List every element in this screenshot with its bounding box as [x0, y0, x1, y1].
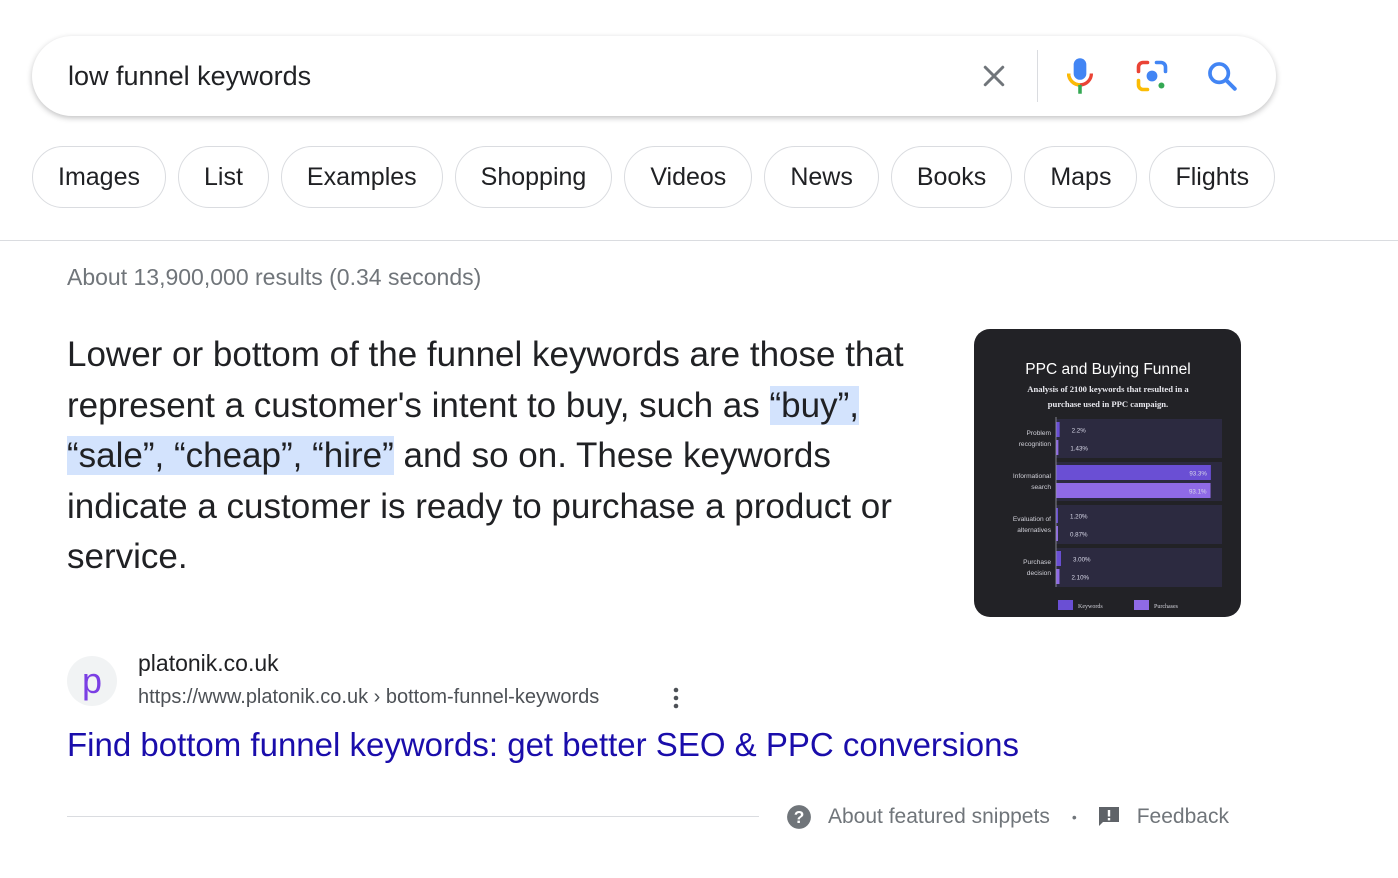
chart-data-label-keywords-0: 2.2%: [1072, 428, 1087, 435]
about-featured-snippets-label: About featured snippets: [828, 805, 1050, 828]
site-url[interactable]: https://www.platonik.co.uk › bottom-funn…: [138, 686, 599, 709]
chart-bar-purchases-3: [1056, 569, 1060, 584]
clear-search-button[interactable]: [974, 56, 1014, 96]
lens-icon: [1136, 60, 1168, 92]
result-title-link[interactable]: Find bottom funnel keywords: get better …: [67, 726, 1019, 764]
chart-category-label-3-1: decision: [1027, 570, 1052, 577]
chart-data-label-keywords-1: 93.3%: [1189, 471, 1207, 478]
feedback-icon: [1098, 807, 1119, 826]
chart-category-label-2-1: alternatives: [1017, 527, 1051, 534]
chart-data-label-keywords-3: 3.00%: [1073, 557, 1091, 564]
chip-flights[interactable]: Flights: [1149, 146, 1276, 208]
chart-data-label-keywords-2: 1.20%: [1070, 514, 1088, 521]
chart-subtitle-line2: purchase used in PPC campaign.: [1048, 399, 1168, 409]
close-icon: [983, 65, 1005, 87]
chart-legend-swatch-purchases: [1134, 600, 1149, 610]
chip-images[interactable]: Images: [32, 146, 166, 208]
chart-legend-swatch-keywords: [1058, 600, 1073, 610]
result-options-button[interactable]: [664, 686, 688, 710]
result-stats: About 13,900,000 results (0.34 seconds): [67, 264, 482, 290]
chart-category-label-1-1: search: [1031, 484, 1051, 491]
chip-shopping[interactable]: Shopping: [454, 146, 613, 208]
featured-snippet-image[interactable]: PPC and Buying Funnel Analysis of 2100 k…: [974, 329, 1241, 617]
chip-list[interactable]: List: [177, 146, 269, 208]
chip-maps[interactable]: Maps: [1024, 146, 1138, 208]
chip-examples[interactable]: Examples: [280, 146, 443, 208]
chart-bar-purchases-1: [1056, 483, 1211, 498]
voice-search-button[interactable]: [1060, 56, 1100, 96]
snippet-footer: ? About featured snippets • Feedback: [786, 802, 1229, 832]
chart-title: PPC and Buying Funnel: [1025, 361, 1190, 378]
microphone-icon: [1066, 58, 1094, 94]
chart-legend-label-keywords: Keywords: [1078, 604, 1103, 610]
chip-news[interactable]: News: [764, 146, 879, 208]
footer-divider: [67, 816, 759, 817]
help-icon: ?: [787, 805, 811, 829]
feedback-link[interactable]: Feedback: [1097, 805, 1229, 829]
chart-data-label-purchases-0: 1.43%: [1070, 446, 1088, 453]
chart-subtitle-line1: Analysis of 2100 keywords that resulted …: [1027, 384, 1189, 394]
header-divider: [0, 240, 1398, 241]
chart-bar-keywords-0: [1056, 422, 1060, 437]
search-bar[interactable]: [32, 36, 1276, 116]
chart-category-label-1-0: Informational: [1013, 473, 1052, 480]
chip-videos[interactable]: Videos: [624, 146, 753, 208]
site-name[interactable]: platonik.co.uk: [138, 650, 279, 677]
chart-category-label-2-0: Evaluation of: [1013, 516, 1051, 523]
lens-search-button[interactable]: [1132, 56, 1172, 96]
footer-separator: •: [1071, 809, 1077, 825]
chart-bar-keywords-3: [1056, 551, 1061, 566]
chart-data-label-purchases-3: 2.10%: [1071, 575, 1089, 582]
site-favicon[interactable]: p: [67, 656, 117, 706]
featured-snippet-text: Lower or bottom of the funnel keywords a…: [67, 330, 947, 583]
search-bar-divider: [1037, 50, 1038, 102]
ppc-funnel-chart: PPC and Buying Funnel Analysis of 2100 k…: [1013, 361, 1222, 610]
search-icon: [1208, 62, 1237, 91]
search-submit-button[interactable]: [1202, 56, 1242, 96]
more-vert-icon: [673, 687, 679, 709]
chart-bar-keywords-1: [1056, 465, 1211, 480]
chart-category-label-0-1: recognition: [1019, 441, 1052, 448]
chart-category-label-0-0: Problem: [1026, 430, 1051, 437]
feedback-label: Feedback: [1136, 805, 1229, 828]
chart-data-label-purchases-1: 93.1%: [1189, 489, 1207, 496]
chip-books[interactable]: Books: [890, 146, 1013, 208]
svg-text:?: ?: [794, 807, 805, 827]
about-featured-snippets-link[interactable]: ? About featured snippets: [786, 804, 1050, 830]
chart-category-label-3-0: Purchase: [1023, 559, 1051, 566]
chart-legend-label-purchases: Purchases: [1154, 604, 1179, 610]
chart-data-label-purchases-2: 0.87%: [1070, 532, 1088, 539]
search-filter-chips: Images List Examples Shopping Videos New…: [32, 146, 1276, 210]
search-input[interactable]: [68, 54, 948, 98]
